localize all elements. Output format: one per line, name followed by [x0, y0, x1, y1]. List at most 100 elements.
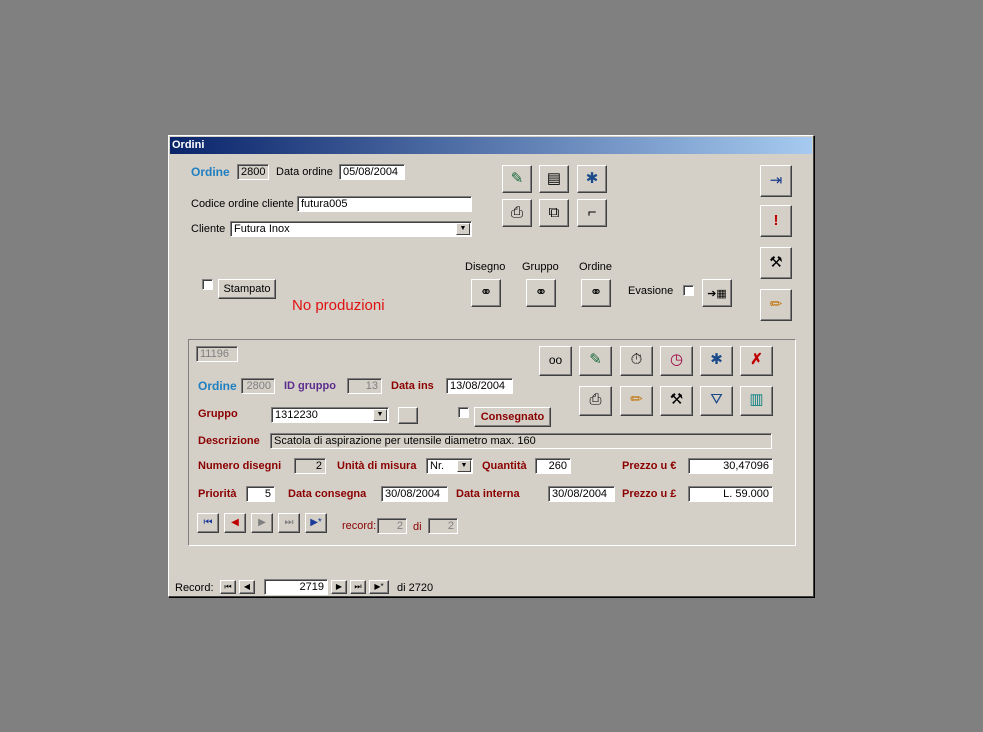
numero-disegni-label: Numero disegni: [198, 460, 282, 472]
consegnato-checkbox[interactable]: [458, 407, 469, 418]
sub-new-button[interactable]: ✱: [700, 346, 733, 376]
evasione-button[interactable]: ➔▦: [702, 279, 732, 307]
ordine-label: Ordine: [191, 165, 230, 179]
codice-ordine-field[interactable]: futura005: [297, 196, 472, 212]
stampato-button[interactable]: Stampato: [218, 279, 276, 299]
sub-record-label: record:: [342, 520, 377, 532]
last-record-button[interactable]: ⏭: [350, 580, 366, 594]
next-record-button[interactable]: ▶: [331, 580, 347, 594]
unita-misura-combo[interactable]: Nr. ▼: [426, 458, 473, 474]
stampato-checkbox[interactable]: [202, 279, 213, 290]
id-gruppo-field[interactable]: 13: [347, 378, 382, 394]
numero-disegni-field[interactable]: 2: [294, 458, 326, 474]
unita-misura-value: Nr.: [430, 460, 445, 472]
data-ins-label: Data ins: [391, 380, 434, 392]
delete-button[interactable]: ✗: [740, 346, 773, 376]
pickaxe-icon: ⚒: [669, 391, 684, 408]
data-consegna-field[interactable]: 30/08/2004: [381, 486, 448, 502]
priorita-field[interactable]: 5: [246, 486, 275, 502]
printer-icon: ⎙: [510, 204, 523, 221]
sub-di-label: di: [413, 521, 422, 533]
gruppo-extra-button[interactable]: [398, 407, 418, 424]
cliente-value: Futura Inox: [234, 223, 290, 235]
alert-button[interactable]: !: [760, 205, 792, 237]
insert-row-icon: ➔▦: [707, 288, 727, 300]
sub-total-field[interactable]: 2: [428, 518, 458, 534]
id-dettaglio-field[interactable]: 11196: [196, 346, 238, 362]
sub-next-record-button[interactable]: ▶: [251, 513, 273, 533]
priorita-label: Priorità: [198, 488, 237, 500]
no-produzioni-text: No produzioni: [292, 297, 385, 314]
sub-prev-record-button[interactable]: ◀: [224, 513, 246, 533]
sub-edit-button[interactable]: ✎: [579, 346, 612, 376]
exclamation-icon: !: [773, 212, 779, 229]
clock-button[interactable]: ◷: [660, 346, 693, 376]
measure-button[interactable]: ⌐: [577, 199, 607, 227]
sub-ordine-field[interactable]: 2800: [241, 378, 275, 394]
sub-new-record-button[interactable]: ▶*: [305, 513, 327, 533]
new-record-nav-button[interactable]: ▶*: [369, 580, 389, 594]
copy-button[interactable]: ⧉: [539, 199, 569, 227]
pencil-icon: ✏: [769, 296, 783, 313]
view-button[interactable]: oo: [539, 346, 572, 376]
new-record-button[interactable]: ✱: [577, 165, 607, 193]
notebook-button[interactable]: ▥: [740, 386, 773, 416]
form-icon: ▤: [546, 170, 562, 187]
copy-icon: ⧉: [548, 204, 560, 221]
exit-button[interactable]: ⇥: [760, 165, 792, 197]
sub-print-button[interactable]: ⎙: [579, 386, 612, 416]
printer-icon: ⎙: [589, 391, 602, 408]
sub-pencil-button[interactable]: ✏: [620, 386, 653, 416]
clock-icon: ◷: [669, 351, 684, 368]
codice-ordine-label: Codice ordine cliente: [191, 198, 294, 210]
chevron-down-icon[interactable]: ▼: [373, 409, 387, 421]
sub-tools-button[interactable]: ⚒: [660, 386, 693, 416]
prezzo-lira-field[interactable]: L. 59.000: [688, 486, 773, 502]
quantita-field[interactable]: 260: [535, 458, 571, 474]
edit-record-button[interactable]: ✎: [502, 165, 532, 193]
search-gruppo-button[interactable]: ⚭: [526, 279, 556, 307]
pencil-button[interactable]: ✏: [760, 289, 792, 321]
unita-misura-label: Unità di misura: [337, 460, 417, 472]
print-button[interactable]: ⎙: [502, 199, 532, 227]
tools-button[interactable]: ⚒: [760, 247, 792, 279]
sub-last-record-button[interactable]: ⏭: [278, 513, 300, 533]
edit-icon: ✎: [510, 170, 524, 187]
filter-button[interactable]: ⛛: [700, 386, 733, 416]
evasione-checkbox[interactable]: [683, 285, 694, 296]
new-record-icon: ▶*: [374, 582, 384, 591]
chevron-down-icon[interactable]: ▼: [457, 460, 471, 472]
sub-first-record-button[interactable]: ⏮: [197, 513, 219, 533]
binoculars-icon: ⚭: [534, 284, 548, 301]
glasses-icon: oo: [548, 353, 563, 367]
data-ins-field[interactable]: 13/08/2004: [446, 378, 513, 394]
search-ordine-button[interactable]: ⚭: [581, 279, 611, 307]
next-record-icon: ▶: [258, 517, 266, 528]
quantita-label: Quantità: [482, 460, 527, 472]
search-disegno-button[interactable]: ⚭: [471, 279, 501, 307]
id-gruppo-label: ID gruppo: [284, 380, 336, 392]
cliente-combo[interactable]: Futura Inox ▼: [230, 221, 472, 237]
gruppo-combo[interactable]: 1312230 ▼: [271, 407, 389, 423]
data-interna-field[interactable]: 30/08/2004: [548, 486, 615, 502]
ordine-search-label: Ordine: [579, 261, 613, 273]
consegnato-button[interactable]: Consegnato: [474, 407, 551, 427]
descrizione-field[interactable]: Scatola di aspirazione per utensile diam…: [270, 433, 772, 449]
time-button[interactable]: ⏱: [620, 346, 653, 376]
data-consegna-label: Data consegna: [288, 488, 367, 500]
ordine-field[interactable]: 2800: [237, 164, 269, 180]
filter-icon: ⛛: [710, 391, 723, 408]
data-interna-label: Data interna: [456, 488, 520, 500]
first-record-button[interactable]: ⏮: [220, 580, 236, 594]
record-number-field[interactable]: 2719: [264, 579, 328, 595]
pickaxe-icon: ⚒: [769, 254, 783, 271]
sub-record-field[interactable]: 2: [377, 518, 407, 534]
chevron-down-icon[interactable]: ▼: [456, 223, 470, 235]
data-ordine-field[interactable]: 05/08/2004: [339, 164, 405, 180]
edit-icon: ✎: [589, 351, 602, 368]
evasione-label: Evasione: [628, 285, 674, 297]
form-view-button[interactable]: ▤: [539, 165, 569, 193]
delete-icon: ✗: [750, 351, 763, 368]
prev-record-button[interactable]: ◀: [239, 580, 255, 594]
prezzo-euro-field[interactable]: 30,47096: [688, 458, 773, 474]
